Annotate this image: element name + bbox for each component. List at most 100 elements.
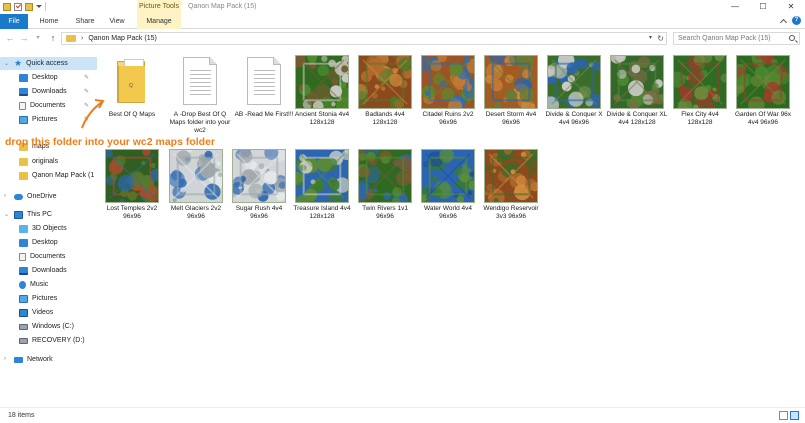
map-thumbnail-image xyxy=(736,55,790,109)
tab-file[interactable]: File xyxy=(0,14,28,29)
sidebar-item-label: Documents xyxy=(30,253,66,260)
expand-ribbon-chevron-icon[interactable] xyxy=(779,18,788,26)
tab-view[interactable]: View xyxy=(104,14,130,29)
customize-toolbar-dropdown-icon[interactable] xyxy=(36,5,42,8)
sidebar-item-label: Windows (C:) xyxy=(32,323,75,330)
sidebar-item-windows-c[interactable]: Windows (C:) xyxy=(0,320,97,333)
quick-access-toolbar xyxy=(3,2,46,11)
sidebar-item-label: Documents xyxy=(30,102,66,109)
map-thumbnail-image xyxy=(358,55,412,109)
sidebar-item-qanon-map-pack[interactable]: Qanon Map Pack (1 xyxy=(0,169,97,182)
map-thumbnail-image xyxy=(484,149,538,203)
minimize-button[interactable]: — xyxy=(721,0,749,14)
window-title: Qanon Map Pack (15) xyxy=(188,3,257,10)
sidebar-item-label: This PC xyxy=(27,211,52,218)
file-label: Lost Temples 2v2 96x96 xyxy=(106,205,158,220)
map-thumbnail-image xyxy=(232,149,286,203)
tab-home[interactable]: Home xyxy=(34,14,64,29)
file-item-drop-instructions[interactable]: A -Drop Best Of Q Maps folder into your … xyxy=(169,55,231,135)
sidebar-item-label: Videos xyxy=(32,309,54,316)
document-thumbnail xyxy=(237,55,291,109)
new-folder-icon[interactable] xyxy=(25,2,33,11)
sidebar-item-this-pc[interactable]: ⌄ This PC xyxy=(0,208,97,221)
file-item-map[interactable]: Twin Rivers 1v1 96x96 xyxy=(354,149,416,221)
forward-arrow-icon[interactable]: → xyxy=(18,32,30,44)
file-item-map[interactable]: Desert Storm 4v4 96x96 xyxy=(480,55,542,127)
file-item-map[interactable]: Badlands 4v4 128x128 xyxy=(354,55,416,127)
file-item-map[interactable]: Treasure Island 4v4 128x128 xyxy=(291,149,353,221)
sidebar-item-originals[interactable]: originals xyxy=(0,155,97,168)
tab-share[interactable]: Share xyxy=(70,14,100,29)
sidebar-item-label: Qanon Map Pack (1 xyxy=(32,172,95,179)
close-button[interactable]: ✕ xyxy=(777,0,805,14)
search-input[interactable]: Search Qanon Map Pack (15) xyxy=(673,32,800,45)
view-toggle xyxy=(779,411,799,420)
sidebar-item-label: RECOVERY (D:) xyxy=(32,337,85,344)
breadcrumb-current-folder[interactable]: Qanon Map Pack (15) xyxy=(88,35,156,42)
sidebar-item-videos[interactable]: Videos xyxy=(0,306,97,319)
map-thumbnail-image xyxy=(295,55,349,109)
sidebar-item-desktop-pc[interactable]: Desktop xyxy=(0,236,97,249)
file-item-map[interactable]: Lost Temples 2v2 96x96 xyxy=(101,149,163,221)
folder-icon xyxy=(117,59,145,103)
file-item-map[interactable]: Wendigo Reservoir 3v3 96x96 xyxy=(480,149,542,221)
search-icon xyxy=(789,35,795,41)
breadcrumb-chevron-icon[interactable]: › xyxy=(81,35,83,42)
map-thumbnail-image xyxy=(421,149,475,203)
details-view-icon[interactable] xyxy=(779,411,788,420)
file-item-map[interactable]: Divide & Conquer XL 4v4 128x128 xyxy=(606,55,668,127)
expand-chevron-icon[interactable]: › xyxy=(4,193,6,199)
sidebar-item-label: 3D Objects xyxy=(32,225,67,232)
collapse-chevron-icon[interactable]: ⌄ xyxy=(4,211,9,218)
text-line xyxy=(254,78,275,79)
expand-chevron-icon[interactable]: › xyxy=(4,356,6,362)
sidebar-item-recovery-d[interactable]: RECOVERY (D:) xyxy=(0,334,97,347)
file-label: Divide & Conquer XL 4v4 128x128 xyxy=(606,111,668,126)
sidebar-item-documents-pc[interactable]: Documents xyxy=(0,250,97,263)
sidebar-item-quick-access[interactable]: ⌄ ★ Quick access xyxy=(0,57,97,70)
properties-check-icon[interactable] xyxy=(14,2,22,11)
map-thumbnail-image xyxy=(547,55,601,109)
text-line xyxy=(254,86,275,87)
sidebar-item-network[interactable]: › Network xyxy=(0,353,97,366)
help-icon[interactable]: ? xyxy=(792,16,801,25)
large-icons-view-icon[interactable] xyxy=(790,411,799,420)
back-arrow-icon[interactable]: ← xyxy=(4,32,16,44)
file-item-map[interactable]: Sugar Rush 4v4 96x96 xyxy=(228,149,290,221)
page-fold xyxy=(273,57,281,65)
address-bar[interactable]: › Qanon Map Pack (15) ▾ ↻ xyxy=(61,32,667,45)
text-line xyxy=(254,74,275,75)
file-item-map[interactable]: Water World 4v4 96x96 xyxy=(417,149,479,221)
file-item-map[interactable]: Citadel Ruins 2v2 96x96 xyxy=(417,55,479,127)
text-line xyxy=(190,94,211,95)
recent-locations-chevron-icon[interactable]: ▾ xyxy=(32,32,44,44)
map-thumbnail-image xyxy=(421,55,475,109)
file-item-map[interactable]: Divide & Conquer X 4v4 96x96 xyxy=(543,55,605,127)
maximize-button[interactable]: ☐ xyxy=(749,0,777,14)
file-item-map[interactable]: Ancient Stonia 4v4 128x128 xyxy=(291,55,353,127)
sidebar-item-onedrive[interactable]: › OneDrive xyxy=(0,190,97,203)
file-item-read-me[interactable]: AB -Read Me First!!! xyxy=(233,55,295,119)
file-item-best-of-q-maps[interactable]: Q Best Of Q Maps xyxy=(101,55,163,119)
file-item-map[interactable]: Garden Of War 96x 4v4 96x96 xyxy=(732,55,794,127)
file-item-map[interactable]: Melt Glaciers 2v2 96x96 xyxy=(165,149,227,221)
sidebar-item-pictures-pc[interactable]: Pictures xyxy=(0,292,97,305)
sidebar-item-desktop[interactable]: Desktop ✎ xyxy=(0,71,97,84)
sidebar-item-3d-objects[interactable]: 3D Objects xyxy=(0,222,97,235)
refresh-icon[interactable]: ↻ xyxy=(657,33,664,44)
folder-icon[interactable] xyxy=(3,2,11,11)
file-label: Best Of Q Maps xyxy=(108,111,156,118)
orange-arrow-icon xyxy=(81,99,105,129)
collapse-chevron-icon[interactable]: ⌄ xyxy=(4,60,9,67)
sidebar-item-label: Downloads xyxy=(32,88,67,95)
page-fold xyxy=(209,57,217,65)
up-arrow-icon[interactable]: ↑ xyxy=(47,32,59,44)
file-item-map[interactable]: Flex City 4v4 128x128 xyxy=(669,55,731,127)
picture-tools-label: Picture Tools xyxy=(137,0,181,14)
text-line xyxy=(190,78,211,79)
sidebar-item-music[interactable]: Music xyxy=(0,278,97,291)
sidebar-item-label: Pictures xyxy=(32,116,58,123)
tab-manage[interactable]: Manage xyxy=(137,14,181,29)
address-dropdown-chevron-icon[interactable]: ▾ xyxy=(649,33,652,44)
sidebar-item-downloads-pc[interactable]: Downloads xyxy=(0,264,97,277)
